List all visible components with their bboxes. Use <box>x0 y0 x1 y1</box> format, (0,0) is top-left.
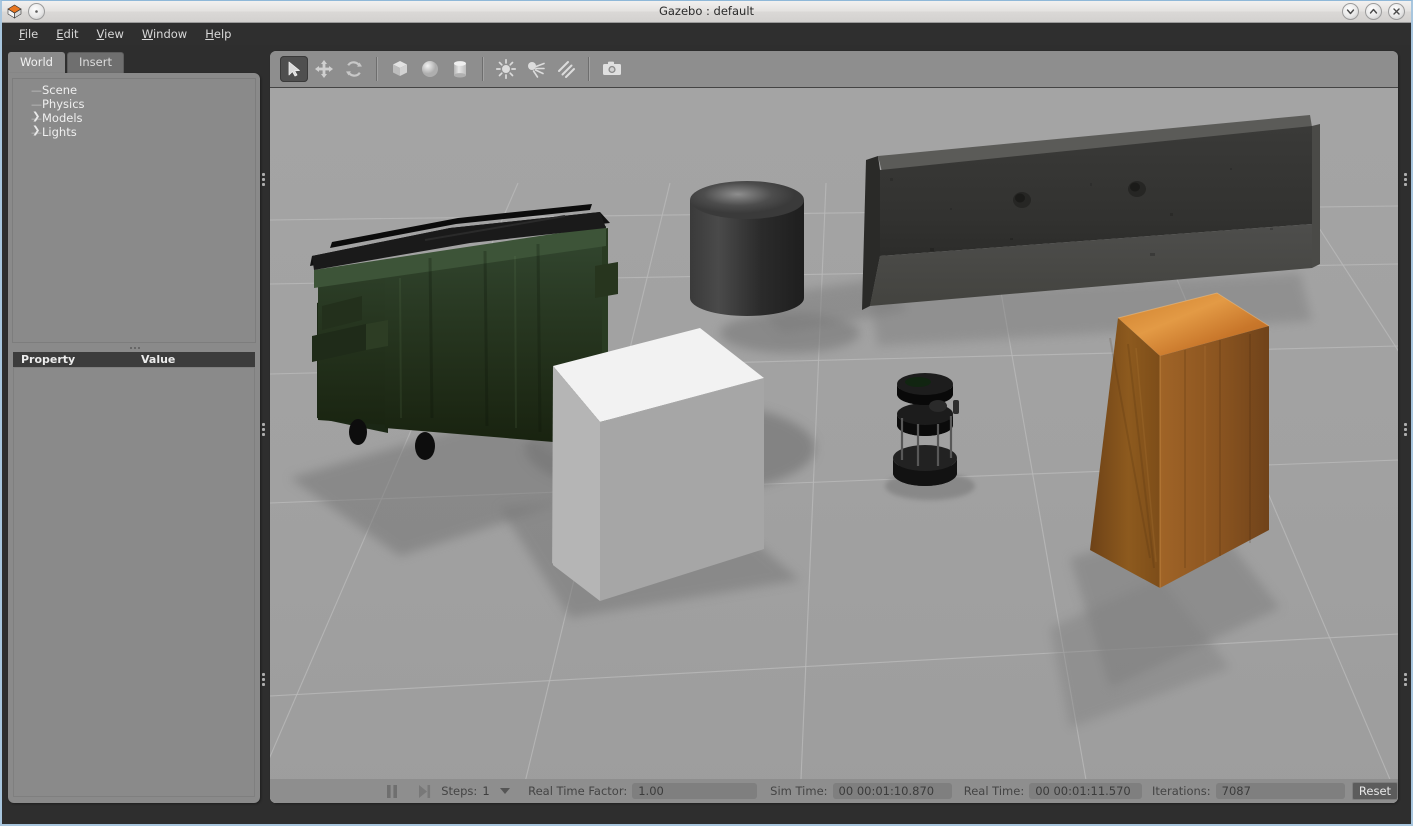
tree-item-label-scene: Scene <box>42 83 77 97</box>
sim-time-label: Sim Time: <box>770 784 827 798</box>
iterations-label: Iterations: <box>1152 784 1211 798</box>
tree-branch-line: — <box>31 98 42 111</box>
3d-scene[interactable] <box>270 88 1398 803</box>
translate-mode-button[interactable] <box>310 56 338 82</box>
view-toolbar <box>270 51 1398 88</box>
spot-light-icon <box>525 58 547 80</box>
real-time-factor-value: 1.00 <box>632 783 756 799</box>
iterations-value: 7087 <box>1216 783 1346 799</box>
menu-edit-label: dit <box>64 27 79 41</box>
tree-item-label-physics: Physics <box>42 97 85 111</box>
simulation-toolbar: Steps: 1 Real Time Factor: 1.00 Sim Time… <box>270 779 1398 803</box>
menu-help-accel: H <box>205 27 214 41</box>
tree-branch-line: — <box>31 84 42 97</box>
menu-help[interactable]: Help <box>196 25 240 43</box>
panel-body: —Scene —Physics ❯ —Models ❯ —Lights Prop <box>8 73 260 803</box>
tree-item-label-lights: Lights <box>42 125 77 139</box>
toolbar-separator-3 <box>588 57 590 81</box>
tree-row[interactable]: —Physics <box>13 97 255 111</box>
right-splitter-handle-bottom[interactable] <box>1402 671 1408 687</box>
pause-icon <box>385 784 399 799</box>
insert-spot-light-button[interactable] <box>522 56 550 82</box>
select-mode-button[interactable] <box>280 56 308 82</box>
tree-row[interactable]: —Scene <box>13 83 255 97</box>
menu-file[interactable]: File <box>10 25 47 43</box>
panel-splitter-handle[interactable] <box>128 345 142 351</box>
sim-time-value: 00 00:01:10.870 <box>833 783 952 799</box>
sphere-icon <box>419 58 441 80</box>
screenshot-button[interactable] <box>598 56 626 82</box>
directional-light-icon <box>555 58 577 80</box>
tree-row[interactable]: ❯ —Models <box>13 111 255 125</box>
cursor-arrow-icon <box>285 60 303 78</box>
right-splitter-handle-top[interactable] <box>1402 171 1408 187</box>
chevron-right-icon[interactable]: ❯ <box>32 111 41 122</box>
step-forward-icon <box>417 784 431 799</box>
gazebo-window: Gazebo : default File Edit View Window H… <box>0 0 1413 826</box>
value-column-header: Value <box>141 353 175 366</box>
insert-point-light-button[interactable] <box>492 56 520 82</box>
maximize-icon[interactable] <box>1365 3 1382 20</box>
menu-edit-accel: E <box>56 27 63 41</box>
property-table-header: Property Value <box>13 352 255 367</box>
right-splitter-handle-mid[interactable] <box>1402 421 1408 437</box>
chevron-down-icon[interactable] <box>500 788 510 794</box>
tab-insert[interactable]: Insert <box>67 52 124 73</box>
insert-sphere-button[interactable] <box>416 56 444 82</box>
toolbar-separator-1 <box>376 57 378 81</box>
pause-button[interactable] <box>381 781 403 801</box>
chevron-right-icon[interactable]: ❯ <box>32 125 41 136</box>
menu-window[interactable]: Window <box>133 25 196 43</box>
point-light-icon <box>495 58 517 80</box>
box-icon <box>389 58 411 80</box>
insert-directional-light-button[interactable] <box>552 56 580 82</box>
rotate-arrows-icon <box>344 59 364 79</box>
menu-window-label: indow <box>153 27 187 41</box>
world-tree[interactable]: —Scene —Physics ❯ —Models ❯ —Lights <box>12 78 256 343</box>
window-controls <box>1342 3 1405 20</box>
insert-cylinder-button[interactable] <box>446 56 474 82</box>
real-time-label: Real Time: <box>964 784 1024 798</box>
camera-icon <box>601 58 623 80</box>
cylinder-icon <box>449 58 471 80</box>
left-splitter-handle-mid[interactable] <box>260 421 266 437</box>
rotate-mode-button[interactable] <box>340 56 368 82</box>
tree-row[interactable]: ❯ —Lights <box>13 125 255 139</box>
steps-value: 1 <box>482 784 489 798</box>
reset-button[interactable]: Reset <box>1352 782 1398 800</box>
left-splitter-handle-top[interactable] <box>260 171 266 187</box>
menu-help-label: elp <box>214 27 232 41</box>
render-viewport: Steps: 1 Real Time Factor: 1.00 Sim Time… <box>270 51 1398 803</box>
minimize-icon[interactable] <box>1342 3 1359 20</box>
left-panel: World Insert —Scene —Physics ❯ —Models ❯… <box>8 51 260 803</box>
tree-item-label-models: Models <box>42 111 83 125</box>
left-splitter-handle-bottom[interactable] <box>260 671 266 687</box>
steps-label: Steps: <box>441 784 477 798</box>
tab-world[interactable]: World <box>8 52 65 73</box>
window-title: Gazebo : default <box>2 4 1411 18</box>
menu-window-accel: W <box>142 27 153 41</box>
move-arrows-icon <box>314 59 334 79</box>
step-button[interactable] <box>413 781 435 801</box>
title-bar: Gazebo : default <box>2 1 1411 23</box>
real-time-factor-label: Real Time Factor: <box>528 784 627 798</box>
insert-box-button[interactable] <box>386 56 414 82</box>
real-time-value: 00 00:01:11.570 <box>1029 783 1142 799</box>
close-icon[interactable] <box>1388 3 1405 20</box>
property-table-body[interactable] <box>13 367 255 797</box>
toolbar-separator-2 <box>482 57 484 81</box>
menu-bar: File Edit View Window Help <box>2 23 1411 45</box>
menu-view-label: iew <box>104 27 124 41</box>
menu-file-label: ile <box>25 27 38 41</box>
menu-edit[interactable]: Edit <box>47 25 87 43</box>
menu-view[interactable]: View <box>88 25 133 43</box>
panel-tabs: World Insert <box>8 51 124 73</box>
property-column-header: Property <box>13 353 141 366</box>
